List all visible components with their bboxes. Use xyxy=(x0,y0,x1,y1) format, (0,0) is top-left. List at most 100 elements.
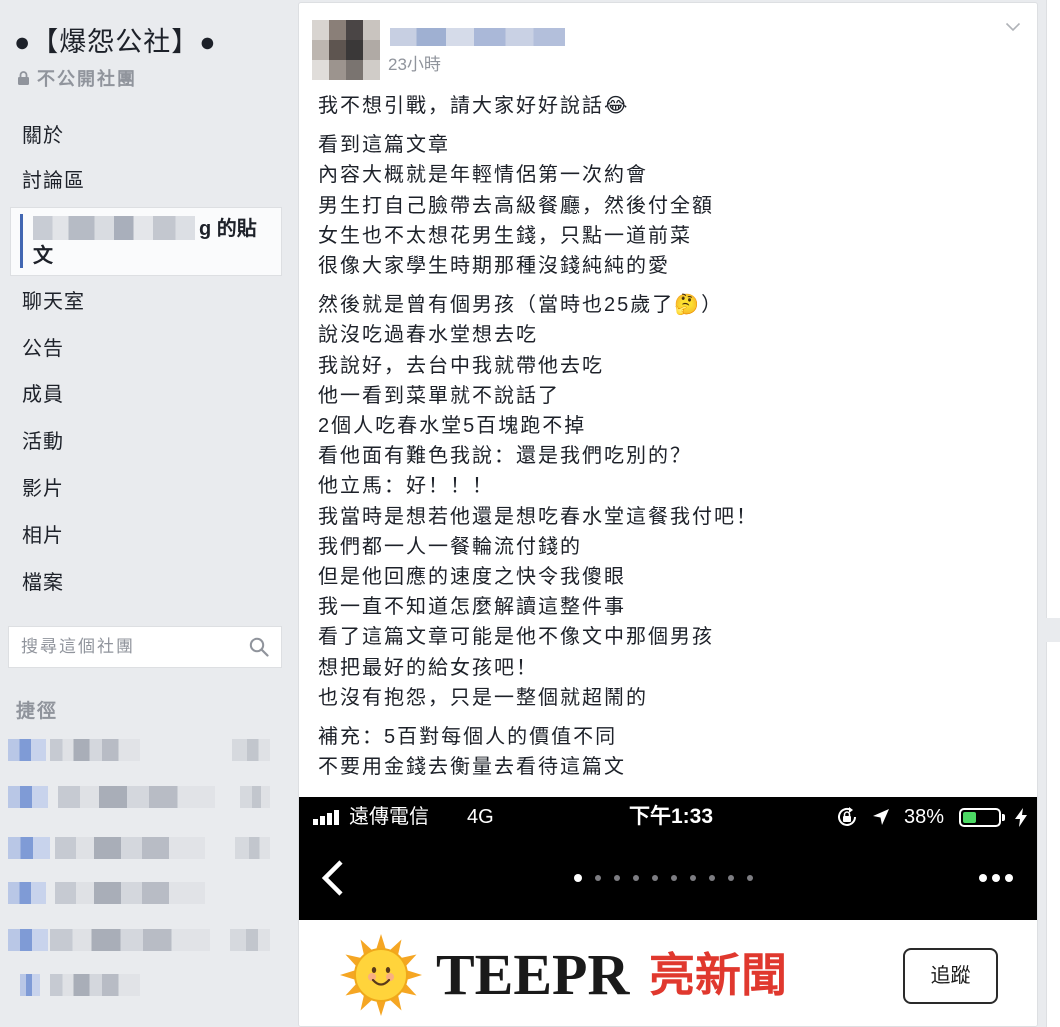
redacted-author-name[interactable] xyxy=(390,28,565,46)
battery-nub xyxy=(1002,814,1005,821)
author-avatar[interactable] xyxy=(312,20,380,80)
shortcuts-heading: 捷徑 xyxy=(16,701,59,722)
group-search-input[interactable] xyxy=(9,627,239,667)
nav-item-photos[interactable]: 相片 xyxy=(22,524,64,548)
shortcut-icon xyxy=(8,929,48,951)
post-image[interactable]: 遠傳電信 4G 下午1:33 38% TEEPR 亮新聞 追蹤 xyxy=(299,797,1037,1026)
shortcut-item[interactable] xyxy=(0,834,285,862)
redacted-shortcut-name xyxy=(50,974,140,996)
phone-header: 遠傳電信 4G 下午1:33 38% xyxy=(299,797,1037,920)
brand-name-cjk: 亮新聞 xyxy=(649,949,787,1001)
nav-item-members[interactable]: 成員 xyxy=(22,383,64,407)
redacted-shortcut-meta xyxy=(240,786,270,808)
post-text-line: 女生也不太想花男生錢，只點一道前菜 xyxy=(318,224,692,247)
post-text-line: 看他面有難色我說：還是我們吃別的？ xyxy=(318,445,692,468)
redacted-shortcut-name xyxy=(50,739,140,761)
more-horizontal-icon[interactable] xyxy=(979,874,1013,882)
network-type: 4G xyxy=(467,806,494,828)
adjacent-card-edge xyxy=(1046,642,1060,1027)
post-text-line: 2個人吃春水堂5百塊跑不掉 xyxy=(318,415,587,438)
battery-icon xyxy=(959,808,1001,827)
shortcut-item[interactable] xyxy=(0,971,285,999)
post-text-line: 他立馬：好！！！ xyxy=(318,475,494,498)
nav-item-chat[interactable]: 聊天室 xyxy=(22,290,85,314)
sun-logo-icon xyxy=(340,934,422,1016)
page-dot xyxy=(595,875,601,881)
post-text-line: 不要用金錢去衡量去看待這篇文 xyxy=(318,756,626,779)
post-text-line: 也沒有抱怨，只是一整個就超鬧的 xyxy=(318,686,648,709)
signal-bars-icon xyxy=(313,810,339,825)
redacted-member-name xyxy=(33,216,195,240)
redacted-shortcut-name xyxy=(50,929,210,951)
shortcut-icon xyxy=(8,837,50,859)
redacted-shortcut-name xyxy=(55,882,205,904)
nav-item-discussion[interactable]: 討論區 xyxy=(22,169,85,193)
post-text-line: 我不想引戰，請大家好好說話😂 xyxy=(318,95,630,117)
post-paragraph: 看到這篇文章 內容大概就是年輕情侶第一次約會 男生打自己臉帶去高級餐廳，然後付全… xyxy=(318,130,1018,281)
post-text-line: 看到這篇文章 xyxy=(318,134,450,157)
nav-item-member-posts-label: g 的貼文 xyxy=(33,216,265,270)
brand-name-latin: TEEPR xyxy=(436,942,630,1007)
nav-item-files[interactable]: 檔案 xyxy=(22,571,64,595)
post-text-line: 我說好，去台中我就帶他去吃 xyxy=(318,354,604,377)
post-text-line: 我一直不知道怎麼解讀這整件事 xyxy=(318,596,626,619)
post-text-line: 說沒吃過春水堂想去吃 xyxy=(318,324,538,347)
post-text-line: 他一看到菜單就不說話了 xyxy=(318,384,560,407)
nav-item-about[interactable]: 關於 xyxy=(22,124,64,148)
post-text-line: 看了這篇文章可能是他不像文中那個男孩 xyxy=(318,626,714,649)
nav-item-events[interactable]: 活動 xyxy=(22,430,64,454)
post-text-line: 但是他回應的速度之快令我傻眼 xyxy=(318,566,626,589)
page-dot xyxy=(728,875,734,881)
selected-indicator xyxy=(20,214,23,268)
nav-item-videos[interactable]: 影片 xyxy=(22,477,64,501)
post-text-line: 很像大家學生時期那種沒錢純純的愛 xyxy=(318,255,670,278)
post-text-line: 我們都一人一餐輪流付錢的 xyxy=(318,535,582,558)
shortcut-item[interactable] xyxy=(0,926,285,954)
search-icon[interactable] xyxy=(249,637,269,657)
post-paragraph: 然後就是曾有個男孩（當時也25歲了🤔） 說沒吃過春水堂想去吃 我說好，去台中我就… xyxy=(318,290,1018,713)
battery-fill xyxy=(963,812,976,823)
post-text-line: 然後就是曾有個男孩（當時也25歲了🤔） xyxy=(318,294,724,317)
post-card: 23小時 我不想引戰，請大家好好說話😂 看到這篇文章 內容大概就是年輕情侶第一次… xyxy=(298,2,1038,1027)
shortcut-item[interactable] xyxy=(0,879,285,907)
shortcut-item[interactable] xyxy=(0,736,285,764)
status-time: 下午1:33 xyxy=(628,805,714,828)
post-text-line: 男生打自己臉帶去高級餐廳，然後付全額 xyxy=(318,194,714,217)
nav-item-member-posts[interactable]: g 的貼文 xyxy=(10,207,282,276)
lock-icon xyxy=(18,71,29,85)
chevron-left-icon[interactable] xyxy=(319,858,347,898)
battery-percentage: 38% xyxy=(904,806,945,828)
group-sidebar: ●【爆怨公社】● 不公開社團 關於 討論區 g 的貼文 聊天室 公告 成員 活動… xyxy=(0,0,290,1027)
page-dot xyxy=(709,875,715,881)
page-dot-active xyxy=(574,874,582,882)
page-dot xyxy=(633,875,639,881)
charging-bolt-icon xyxy=(1015,808,1027,827)
group-name[interactable]: ●【爆怨公社】● xyxy=(14,25,217,59)
group-search xyxy=(8,626,282,668)
page-dot xyxy=(614,875,620,881)
post-text-line: 補充：5百對每個人的價值不同 xyxy=(318,726,618,749)
page-dot xyxy=(671,875,677,881)
shortcut-icon xyxy=(8,786,48,808)
redacted-shortcut-meta xyxy=(232,739,270,761)
post-text-line: 想把最好的給女孩吧！ xyxy=(318,656,538,679)
post-paragraph: 我不想引戰，請大家好好說話😂 xyxy=(318,91,1018,121)
privacy-label: 不公開社團 xyxy=(37,69,137,89)
post-timestamp[interactable]: 23小時 xyxy=(388,54,441,76)
post-paragraph: 補充：5百對每個人的價值不同 不要用金錢去衡量去看待這篇文 xyxy=(318,722,1018,782)
group-privacy: 不公開社團 xyxy=(18,67,137,89)
post-text-line: 內容大概就是年輕情侶第一次約會 xyxy=(318,164,648,187)
redacted-shortcut-meta xyxy=(230,929,270,951)
shortcut-icon xyxy=(20,974,40,996)
adjacent-card-edge xyxy=(1046,0,1060,618)
orientation-lock-icon xyxy=(838,807,856,826)
redacted-shortcut-name xyxy=(58,786,215,808)
page-dot xyxy=(747,875,753,881)
follow-button[interactable]: 追蹤 xyxy=(903,948,998,1004)
redacted-shortcut-meta xyxy=(235,837,270,859)
nav-item-announcements[interactable]: 公告 xyxy=(22,337,64,361)
chevron-down-icon[interactable] xyxy=(1005,22,1021,32)
shortcut-item[interactable] xyxy=(0,783,285,811)
post-text-line: 我當時是想若他還是想吃春水堂這餐我付吧！ xyxy=(318,505,758,528)
page-dot xyxy=(690,875,696,881)
